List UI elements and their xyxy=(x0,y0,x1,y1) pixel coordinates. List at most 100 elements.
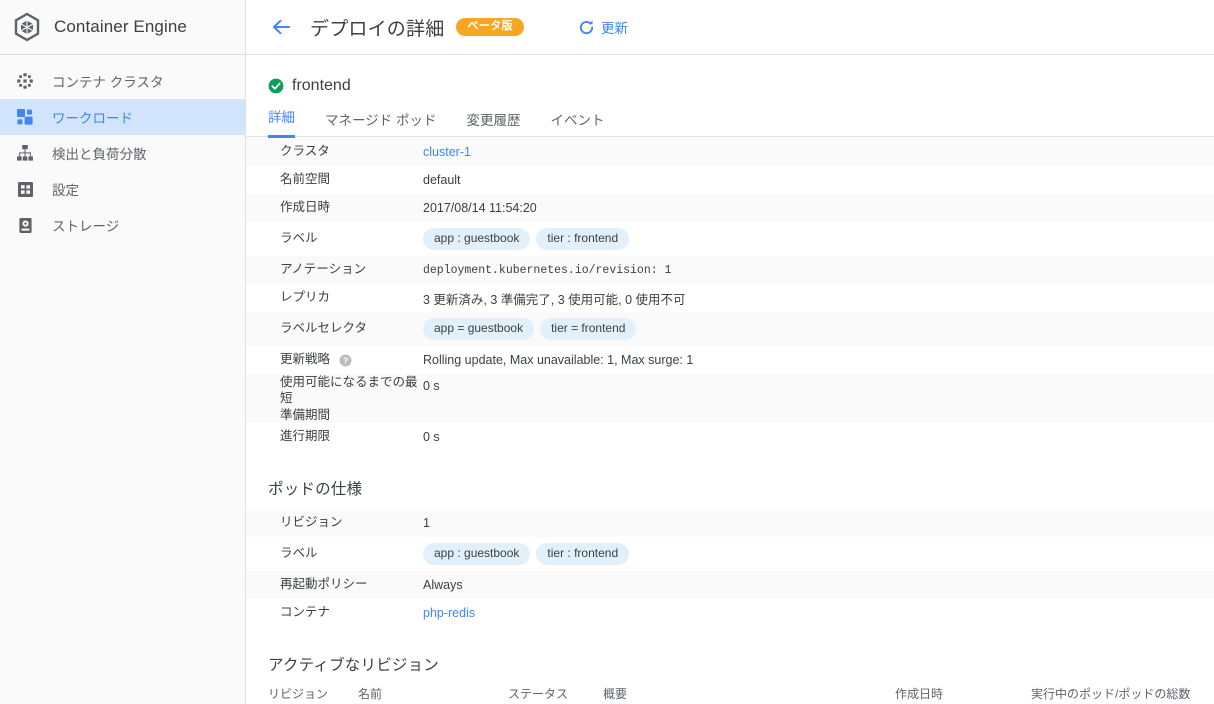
column-header-running-pods: 実行中のポッド/ポッドの総数 xyxy=(1031,684,1206,704)
tab-revision-history[interactable]: 変更履歴 xyxy=(466,109,520,138)
pod-spec-title: ポッドの仕様 xyxy=(268,480,363,498)
pod-spec-value-labels: app : guestbook tier : frontend xyxy=(423,537,1214,571)
sidebar-item-label: コンテナ クラスタ xyxy=(52,75,164,90)
detail-key: アノテーション xyxy=(280,262,367,277)
detail-key: ラベルセレクタ xyxy=(280,321,368,336)
column-header-name: 名前 xyxy=(358,684,508,704)
pod-spec-value-revision: 1 xyxy=(423,515,430,530)
label-chip: app : guestbook xyxy=(423,228,531,250)
refresh-label: 更新 xyxy=(601,21,629,36)
refresh-icon xyxy=(578,19,595,36)
container-engine-logo-icon xyxy=(10,10,44,44)
label-selector-chip: app = guestbook xyxy=(423,318,535,340)
detail-value-created: 2017/08/14 11:54:20 xyxy=(423,201,537,215)
detail-value-labels: app : guestbook tier : frontend xyxy=(423,222,1214,256)
sidebar: Container Engine コンテナ クラスタ ワークロード 検出と負荷分… xyxy=(0,0,246,704)
detail-key: ラベル xyxy=(280,231,318,246)
main-content: デプロイの詳細 ベータ版 更新 frontend 詳細 マネージド ポッド 変更… xyxy=(246,0,1214,704)
tab-events[interactable]: イベント xyxy=(550,109,604,138)
configuration-grid-icon xyxy=(12,178,38,200)
sidebar-item-container-clusters[interactable]: コンテナ クラスタ xyxy=(0,63,245,99)
label-chip: app : guestbook xyxy=(423,542,531,565)
detail-key: ラベル xyxy=(280,545,318,560)
sidebar-item-label: 検出と負荷分散 xyxy=(52,147,147,162)
label-selector-chip: tier = frontend xyxy=(540,318,637,340)
detail-value-cluster[interactable]: cluster-1 xyxy=(423,138,1214,166)
detail-key: 作成日時 xyxy=(280,200,331,215)
active-revisions-table: リビジョン 名前 ステータス 概要 作成日時 実行中のポッド/ポッドの総数 1 … xyxy=(268,684,1206,704)
table-row: ラベル app : guestbook tier : frontend xyxy=(246,222,1214,256)
detail-value-annotations: deployment.kubernetes.io/revision: 1 xyxy=(423,263,672,277)
app-root: Container Engine コンテナ クラスタ ワークロード 検出と負荷分… xyxy=(0,0,1214,704)
beta-badge: ベータ版 xyxy=(456,18,525,36)
cluster-icon xyxy=(12,70,38,92)
top-bar: デプロイの詳細 ベータ版 更新 xyxy=(246,0,1214,55)
sidebar-item-storage[interactable]: ストレージ xyxy=(0,207,245,243)
brand-title: Container Engine xyxy=(54,17,187,36)
table-row: 使用可能になるまでの最短 準備期間 0 s xyxy=(246,374,1214,423)
table-row: レプリカ 3 更新済み, 3 準備完了, 3 使用可能, 0 使用不可 xyxy=(246,284,1214,312)
help-icon[interactable]: ? xyxy=(339,354,352,367)
detail-value-namespace: default xyxy=(423,173,461,187)
table-row: 作成日時 2017/08/14 11:54:20 xyxy=(246,194,1214,222)
column-header-revision: リビジョン xyxy=(268,684,358,704)
sidebar-item-label: ストレージ xyxy=(52,219,120,234)
pod-spec-value-restart-policy: Always xyxy=(423,577,463,592)
sidebar-item-label: ワークロード xyxy=(52,111,133,126)
svg-text:?: ? xyxy=(343,355,348,365)
table-row: アノテーション deployment.kubernetes.io/revisio… xyxy=(246,256,1214,284)
sidebar-item-workloads[interactable]: ワークロード xyxy=(0,99,245,135)
table-row: コンテナ php-redis xyxy=(246,598,1214,627)
detail-value-min-ready-seconds: 0 s xyxy=(423,379,440,393)
detail-key: リビジョン xyxy=(280,514,343,529)
tab-bar: 詳細 マネージド ポッド 変更履歴 イベント xyxy=(268,106,1214,138)
tab-details[interactable]: 詳細 xyxy=(268,106,295,138)
deployment-details-table: クラスタ cluster-1 名前空間 default 作成日時 2017/08… xyxy=(246,138,1214,451)
table-header-row: リビジョン 名前 ステータス 概要 作成日時 実行中のポッド/ポッドの総数 xyxy=(268,684,1206,704)
table-row: ラベルセレクタ app = guestbook tier = frontend xyxy=(246,312,1214,346)
pod-spec-table: リビジョン 1 ラベル app : guestbook tier : front… xyxy=(246,508,1214,627)
sidebar-item-discovery-load-balancing[interactable]: 検出と負荷分散 xyxy=(0,135,245,171)
detail-key: レプリカ xyxy=(280,290,331,305)
column-header-summary: 概要 xyxy=(603,684,895,704)
detail-key: コンテナ xyxy=(280,604,331,619)
detail-value-update-strategy: Rolling update, Max unavailable: 1, Max … xyxy=(423,353,694,367)
workload-icon xyxy=(12,106,38,128)
table-row: 進行期限 0 s xyxy=(246,422,1214,451)
resource-name-row: frontend xyxy=(268,77,1214,95)
detail-key: 進行期限 xyxy=(280,428,331,443)
resource-header: frontend xyxy=(246,55,1214,95)
discovery-loadbalancing-icon xyxy=(12,142,38,164)
sidebar-item-configuration[interactable]: 設定 xyxy=(0,171,245,207)
pod-spec-value-container[interactable]: php-redis xyxy=(423,599,1214,627)
column-header-created: 作成日時 xyxy=(895,684,1031,704)
refresh-button[interactable]: 更新 xyxy=(578,17,628,37)
detail-value-progress-deadline: 0 s xyxy=(423,429,440,444)
table-row: ラベル app : guestbook tier : frontend xyxy=(246,536,1214,571)
column-header-status: ステータス xyxy=(508,684,603,704)
table-row: 名前空間 default xyxy=(246,166,1214,194)
sidebar-nav: コンテナ クラスタ ワークロード 検出と負荷分散 設定 ストレージ xyxy=(0,55,245,243)
table-row: リビジョン 1 xyxy=(246,508,1214,537)
detail-key: クラスタ xyxy=(280,144,330,159)
detail-key: 更新戦略 ? xyxy=(246,346,423,374)
sidebar-item-label: 設定 xyxy=(52,183,79,198)
label-chip: tier : frontend xyxy=(536,542,630,565)
detail-key: 再起動ポリシー xyxy=(280,576,368,591)
detail-value-label-selector: app = guestbook tier = frontend xyxy=(423,312,1214,346)
tab-managed-pods[interactable]: マネージド ポッド xyxy=(325,109,436,138)
page-title: デプロイの詳細 xyxy=(310,18,445,40)
status-ok-check-icon xyxy=(268,78,284,94)
label-chip: tier : frontend xyxy=(536,228,630,250)
content-area: frontend 詳細 マネージド ポッド 変更履歴 イベント クラスタ clu… xyxy=(246,55,1214,704)
back-arrow-icon[interactable] xyxy=(268,14,294,40)
detail-key-label: 更新戦略 xyxy=(280,352,331,367)
detail-value-replicas: 3 更新済み, 3 準備完了, 3 使用可能, 0 使用不可 xyxy=(423,292,686,307)
table-row: 再起動ポリシー Always xyxy=(246,570,1214,599)
resource-name: frontend xyxy=(292,77,351,94)
table-row: 更新戦略 ? Rolling update, Max unavailable: … xyxy=(246,346,1214,374)
active-revisions-title: アクティブなリビジョン xyxy=(268,656,439,674)
detail-key: 名前空間 xyxy=(280,172,331,187)
detail-key: 使用可能になるまでの最短 準備期間 xyxy=(280,375,418,422)
table-row: クラスタ cluster-1 xyxy=(246,138,1214,166)
